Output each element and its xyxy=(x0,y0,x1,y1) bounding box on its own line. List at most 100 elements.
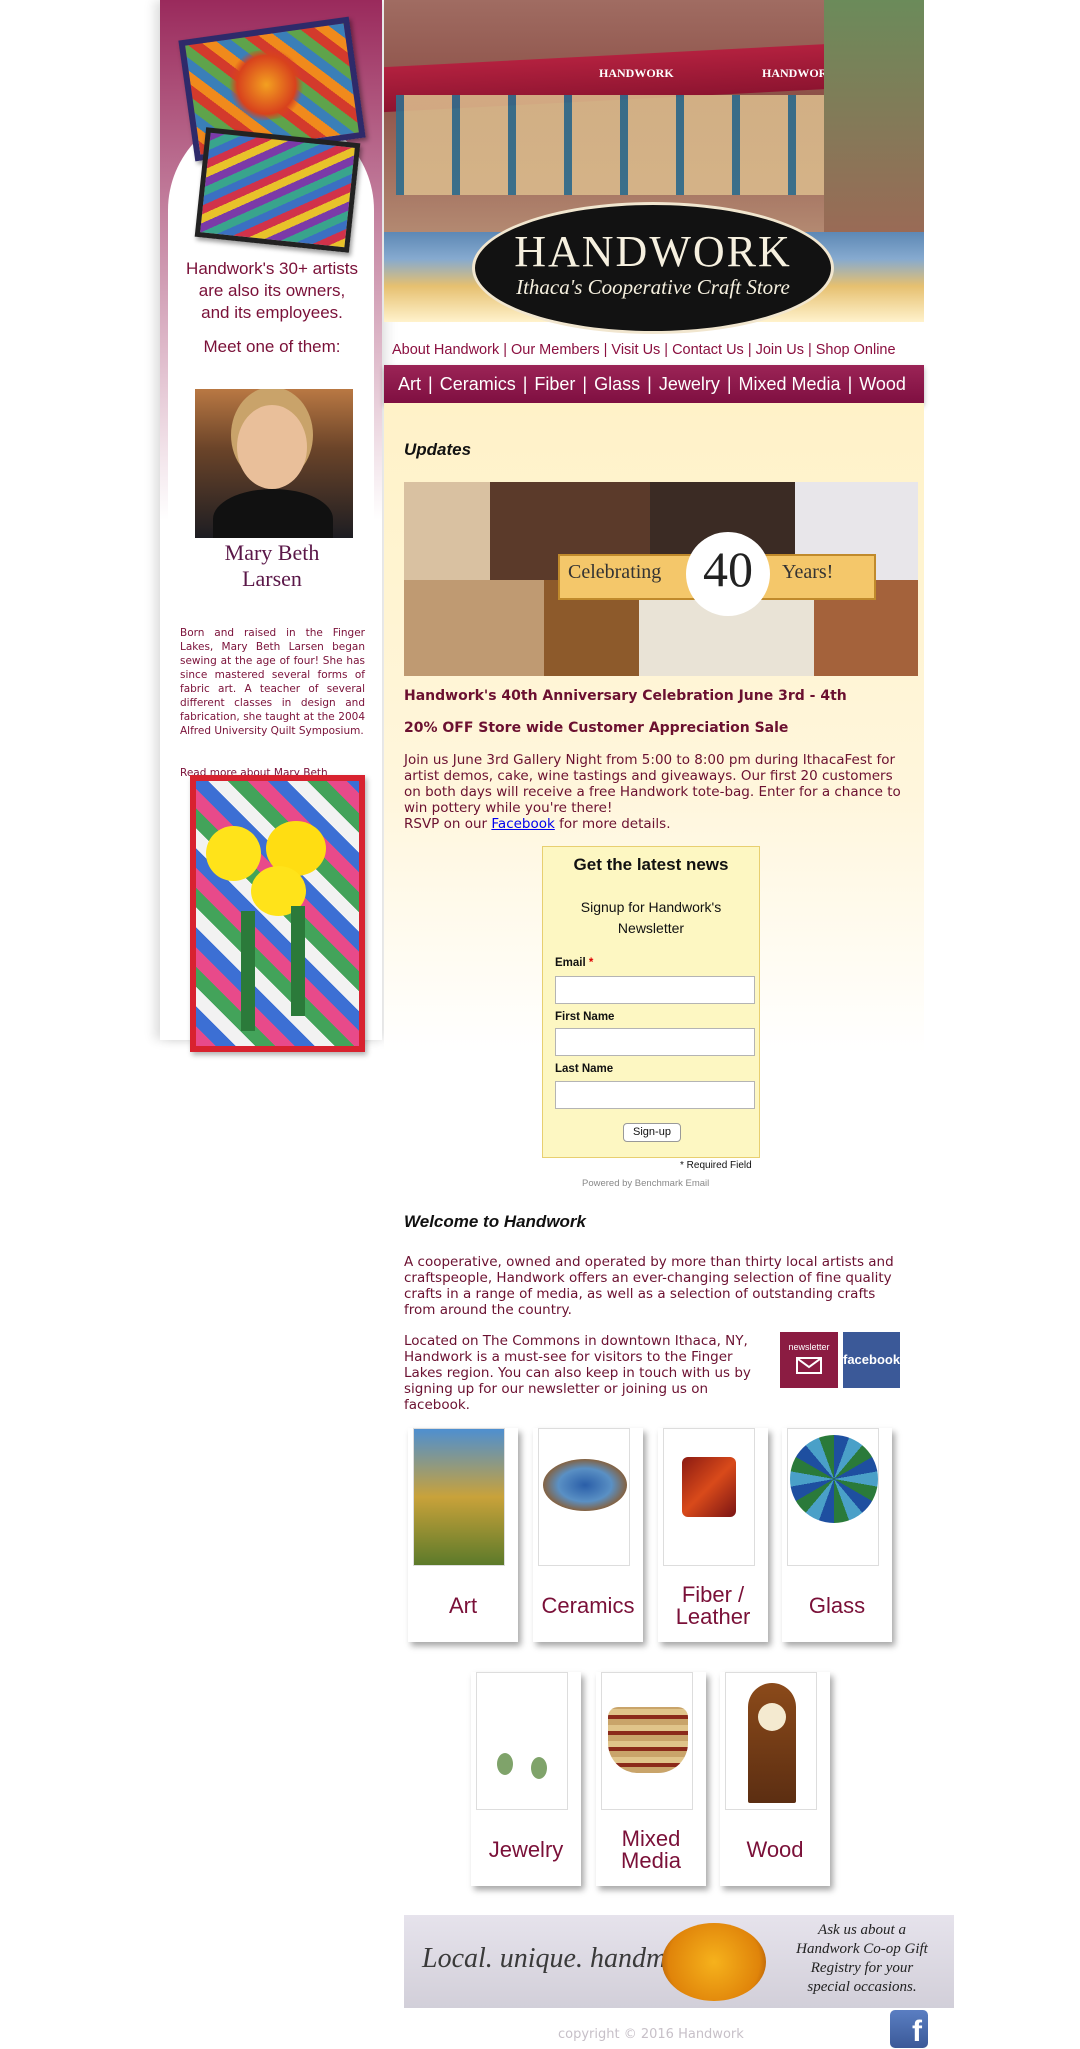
powered-by[interactable]: Powered by Benchmark Email xyxy=(582,1178,709,1189)
nav-separator: | xyxy=(664,342,669,358)
cat-separator: | xyxy=(582,374,588,394)
sale-headline: 20% OFF Store wide Customer Appreciation… xyxy=(404,720,789,736)
member-bio: Born and raised in the Finger Lakes, Mar… xyxy=(180,627,365,737)
store-sign-left: HANDWORK xyxy=(599,66,674,80)
member-photo[interactable] xyxy=(195,389,353,538)
member-name[interactable]: Mary Beth Larsen xyxy=(172,540,372,592)
cat-mixed-media[interactable]: Mixed Media xyxy=(739,374,841,394)
nav-about[interactable]: About Handwork xyxy=(392,342,499,358)
cat-separator: | xyxy=(647,374,652,394)
newsletter-badge-text: newsletter xyxy=(788,1342,830,1352)
facebook-icon[interactable]: f xyxy=(890,2010,928,2048)
category-nav: Art | Ceramics | Fiber | Glass | Jewelry | Mixed M… xyxy=(384,365,924,403)
email-field[interactable] xyxy=(555,976,755,1004)
cat-art[interactable]: Art xyxy=(398,374,421,394)
email-label-text: Email xyxy=(555,957,586,969)
nav-separator: | xyxy=(603,342,608,358)
gift-line-2: Handwork Co-op Gift xyxy=(796,1941,928,1957)
fiber-image xyxy=(663,1428,755,1566)
gift-registry-banner[interactable]: Local. unique. handmade. Ask us about a … xyxy=(404,1915,954,2008)
tile-art-label: Art xyxy=(448,1593,478,1618)
email-label: Email * xyxy=(555,957,593,969)
envelope-icon xyxy=(796,1357,822,1374)
handwork-logo[interactable]: HANDWORK Ithaca's Cooperative Craft Stor… xyxy=(472,202,834,334)
nav-separator: | xyxy=(747,342,752,358)
cat-wood[interactable]: Wood xyxy=(859,374,906,394)
gift-line-4: special occasions. xyxy=(807,1979,917,1995)
newsletter-badge[interactable]: newsletter xyxy=(780,1332,838,1388)
banner-number: 40 xyxy=(703,541,753,597)
required-field-note: * Required Field xyxy=(680,1160,752,1171)
banner-text-left: Celebrating xyxy=(568,561,662,583)
welcome-paragraph-2: Located on The Commons in downtown Ithac… xyxy=(404,1333,751,1413)
nav-shop[interactable]: Shop Online xyxy=(816,342,896,358)
last-name-field[interactable] xyxy=(555,1081,755,1109)
welcome-paragraph-1: A cooperative, owned and operated by mor… xyxy=(404,1254,894,1318)
facebook-badge-text: facebook xyxy=(843,1352,901,1367)
newsletter-form: Get the latest news Signup for Handwork'… xyxy=(542,846,760,1158)
banner-text-right: Years! xyxy=(782,561,834,583)
tile-fiber-label-2: Leather xyxy=(675,1604,751,1629)
tile-fiber-label: Fiber / Leather xyxy=(658,1584,768,1628)
ceramics-image xyxy=(538,1428,630,1566)
updates-body: Join us June 3rd Gallery Night from 5:00… xyxy=(404,752,904,832)
member-name-first: Mary Beth xyxy=(224,540,320,565)
tile-wood[interactable]: Wood xyxy=(720,1672,830,1886)
facebook-badge[interactable]: facebook xyxy=(843,1332,900,1388)
art-image xyxy=(413,1428,505,1566)
tile-wood-label: Wood xyxy=(746,1837,804,1862)
top-nav: About Handwork | Our Members | Visit Us | Cont… xyxy=(392,342,920,364)
sidebar-meet-label: Meet one of them: xyxy=(203,337,341,356)
cat-separator: | xyxy=(522,374,528,394)
gift-line-1: Ask us about a xyxy=(818,1922,906,1938)
glass-image xyxy=(787,1428,879,1566)
storefront-photo: HANDWORK HANDWORK xyxy=(384,0,924,235)
gift-text: Ask us about a Handwork Co-op Gift Regis… xyxy=(772,1921,952,1997)
rsvp-line: RSVP on our Facebook for more details. xyxy=(404,816,904,832)
newsletter-title: Get the latest news xyxy=(573,855,729,874)
gift-bowl xyxy=(662,1923,766,2001)
mixed-media-image xyxy=(601,1672,693,1810)
tagline-line-2: are also its owners, xyxy=(198,281,346,300)
tile-jewelry[interactable]: Jewelry xyxy=(471,1672,581,1886)
rsvp-prefix: RSVP on our xyxy=(404,816,488,832)
newsletter-subtitle-2: Newsletter xyxy=(617,920,685,936)
member-name-last: Larsen xyxy=(242,566,302,591)
cat-fiber[interactable]: Fiber xyxy=(534,374,575,394)
anniversary-headline: Handwork's 40th Anniversary Celebration … xyxy=(404,688,847,704)
tile-glass-label: Glass xyxy=(808,1593,866,1618)
nav-join[interactable]: Join Us xyxy=(756,342,804,358)
nav-members[interactable]: Our Members xyxy=(511,342,600,358)
nav-visit[interactable]: Visit Us xyxy=(611,342,660,358)
newsletter-subtitle: Signup for Handwork's Newsletter xyxy=(543,897,759,939)
logo-subtitle: Ithaca's Cooperative Craft Store xyxy=(516,275,790,299)
tile-art[interactable]: Art xyxy=(408,1428,518,1642)
welcome-heading: Welcome to Handwork xyxy=(404,1212,586,1231)
tile-jewelry-label: Jewelry xyxy=(488,1837,564,1862)
cat-jewelry[interactable]: Jewelry xyxy=(659,374,720,394)
nav-separator: | xyxy=(807,342,812,358)
rsvp-suffix: for more details. xyxy=(559,816,671,832)
gift-line-3: Registry for your xyxy=(810,1960,914,1976)
cat-separator: | xyxy=(428,374,433,394)
tile-mixed-label-2: Media xyxy=(621,1848,681,1873)
cat-separator: | xyxy=(847,374,853,394)
nav-contact[interactable]: Contact Us xyxy=(672,342,744,358)
cat-glass[interactable]: Glass xyxy=(594,374,640,394)
tile-glass[interactable]: Glass xyxy=(782,1428,892,1642)
tile-ceramics[interactable]: Ceramics xyxy=(533,1428,643,1642)
logo-title: HANDWORK xyxy=(514,227,792,276)
first-name-field[interactable] xyxy=(555,1028,755,1056)
tile-mixed-media[interactable]: Mixed Media xyxy=(596,1672,706,1886)
quilt-image-flowers xyxy=(190,775,365,1052)
tagline-line-3: and its employees. xyxy=(201,303,343,322)
tile-fiber-leather[interactable]: Fiber / Leather xyxy=(658,1428,768,1642)
facebook-link[interactable]: Facebook xyxy=(491,816,554,832)
nav-separator: | xyxy=(503,342,507,358)
signup-button[interactable]: Sign-up xyxy=(623,1123,681,1142)
jewelry-image xyxy=(476,1672,568,1810)
cat-ceramics[interactable]: Ceramics xyxy=(440,374,516,394)
tile-mixed-label-1: Mixed xyxy=(621,1826,681,1851)
tile-mixed-label: Mixed Media xyxy=(596,1828,706,1872)
anniversary-banner[interactable]: Celebrating 40 Years! xyxy=(404,482,918,676)
